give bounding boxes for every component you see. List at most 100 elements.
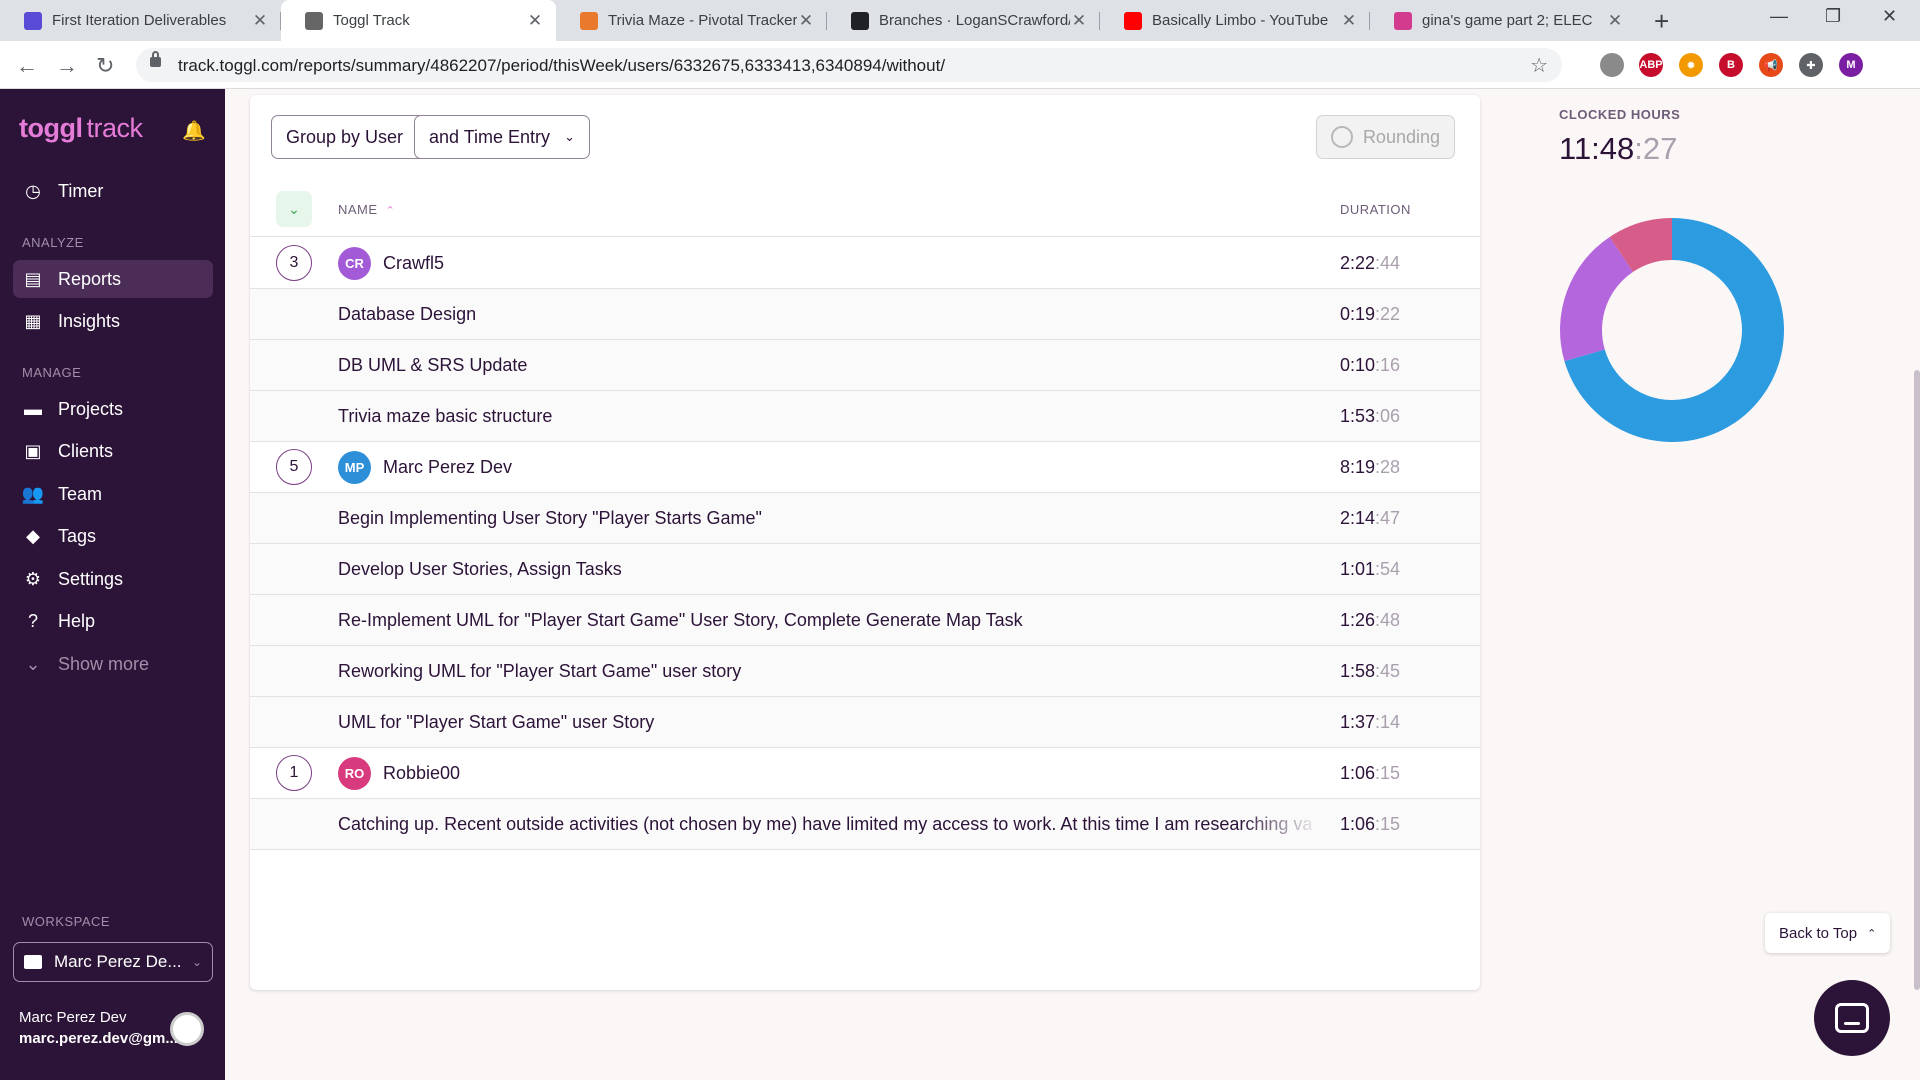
bookmark-star-icon[interactable]: ☆ [1530, 53, 1548, 78]
sidebar-item-reports[interactable]: ▤ Reports [13, 260, 213, 298]
duration-cell: 1:53:06 [1340, 406, 1400, 427]
chevron-down-icon: ⌄ [288, 200, 300, 217]
sidebar-item-show-more[interactable]: ⌄ Show more [13, 645, 213, 683]
browser-tab[interactable]: gina's game part 2; ELEC ✕ [1370, 0, 1636, 41]
entry-description-cell: Trivia maze basic structure [338, 405, 553, 426]
user-group-row[interactable]: 1 RO Robbie00 1:06:15 [250, 748, 1480, 799]
time-entry-row[interactable]: Trivia maze basic structure 1:53:06 [250, 391, 1480, 442]
text-fade-overlay [1240, 799, 1320, 849]
cube-icon[interactable] [1600, 53, 1624, 77]
browser-tab[interactable]: Basically Limbo - YouTube ✕ [1100, 0, 1370, 41]
browser-tab-title: Trivia Maze - Pivotal Tracker [608, 12, 797, 29]
browser-tab-title: Branches · LoganSCrawford/ [879, 12, 1070, 29]
user-group-row[interactable]: 5 MP Marc Perez Dev 8:19:28 [250, 442, 1480, 493]
time-entry-row[interactable]: DB UML & SRS Update 0:10:16 [250, 340, 1480, 391]
new-tab-button[interactable]: + [1654, 6, 1669, 37]
time-entry-row[interactable]: UML for "Player Start Game" user Story 1:… [250, 697, 1480, 748]
chevron-down-icon: ⌄ [25, 653, 41, 674]
column-name-header[interactable]: NAME ⌃ [338, 202, 395, 217]
sidebar-item-tags[interactable]: ◆ Tags [13, 517, 213, 555]
back-to-top-button[interactable]: Back to Top ⌃ [1765, 913, 1891, 953]
expand-all-button[interactable]: ⌄ [276, 191, 312, 227]
duration-seconds: :54 [1375, 558, 1401, 579]
page-scrollbar[interactable] [1914, 370, 1920, 990]
workspace-name: Marc Perez De... [54, 952, 182, 971]
entry-description-cell: DB UML & SRS Update [338, 354, 528, 375]
user-group-row[interactable]: 3 CR Crawfl5 2:22:44 [250, 238, 1480, 289]
donut-slice[interactable] [1560, 236, 1634, 362]
close-tab-icon[interactable]: ✕ [797, 11, 815, 31]
megaphone-icon[interactable]: 📢 [1759, 53, 1783, 77]
pivotal-icon [580, 11, 598, 30]
close-tab-icon[interactable]: ✕ [1070, 11, 1088, 31]
entry-count-toggle[interactable]: 3 [276, 245, 312, 281]
adblock-icon[interactable]: ABP [1639, 53, 1663, 77]
shield-b-icon[interactable]: B [1719, 53, 1743, 77]
time-entry-row[interactable]: Re-Implement UML for "Player Start Game"… [250, 595, 1480, 646]
puzzle-icon[interactable]: ✚ [1799, 53, 1823, 77]
minimize-icon[interactable]: — [1770, 6, 1788, 27]
bell-icon[interactable]: 🔔 [182, 119, 206, 143]
sidebar-item-insights[interactable]: ▦ Insights [13, 302, 213, 340]
sidebar-item-team[interactable]: 👥 Team [13, 475, 213, 513]
sidebar-item-projects[interactable]: ▬ Projects [13, 390, 213, 428]
contact-card-icon: ▣ [24, 440, 42, 461]
duration-cell: 1:58:45 [1340, 661, 1400, 682]
entry-description-cell: Catching up. Recent outside activities (… [338, 813, 1313, 834]
time-entry-row[interactable]: Develop User Stories, Assign Tasks 1:01:5… [250, 544, 1480, 595]
text-fade-overlay [1240, 340, 1320, 390]
forward-arrow-icon[interactable]: → [56, 53, 78, 79]
sidebar-item-timer[interactable]: ◷ Timer [13, 172, 213, 210]
close-tab-icon[interactable]: ✕ [526, 11, 544, 31]
duration-seconds: :15 [1375, 762, 1401, 783]
browser-tab-title: Toggl Track [333, 12, 410, 29]
column-duration-header[interactable]: DURATION [1340, 202, 1411, 217]
maximize-icon[interactable]: ❐ [1825, 6, 1841, 27]
sun-icon[interactable]: ✹ [1679, 53, 1703, 77]
close-tab-icon[interactable]: ✕ [1340, 11, 1358, 31]
sidebar-item-clients[interactable]: ▣ Clients [13, 432, 213, 470]
chat-launcher-button[interactable] [1814, 980, 1890, 1056]
time-entry-row[interactable]: Catching up. Recent outside activities (… [250, 799, 1480, 850]
entry-count-toggle[interactable]: 1 [276, 755, 312, 791]
time-entry-row[interactable]: Database Design 0:19:22 [250, 289, 1480, 340]
sidebar-item-label: Timer [58, 180, 104, 201]
logo-text: toggl [19, 113, 83, 143]
url-input[interactable]: track.toggl.com/reports/summary/4862207/… [136, 48, 1562, 82]
close-tab-icon[interactable]: ✕ [1606, 11, 1624, 31]
sidebar-item-label: Help [58, 610, 96, 631]
github-icon [851, 11, 869, 30]
reload-icon[interactable]: ↻ [96, 53, 114, 79]
duration-main: 2:22 [1340, 252, 1376, 273]
workspace-select[interactable]: Marc Perez De... ⌄ [13, 942, 213, 982]
time-entry-row[interactable]: Begin Implementing User Story "Player St… [250, 493, 1480, 544]
browser-tab-bar: First Iteration Deliverables ✕ Toggl Track… [0, 0, 1920, 41]
close-tab-icon[interactable]: ✕ [251, 11, 269, 31]
browser-tab[interactable]: Toggl Track ✕ [281, 0, 556, 41]
sidebar-item-label: Reports [58, 268, 122, 289]
duration-main: 1:06 [1340, 762, 1376, 783]
time-entry-row[interactable]: Reworking UML for "Player Start Game" us… [250, 646, 1480, 697]
entry-count-toggle[interactable]: 5 [276, 449, 312, 485]
toggl-track-logo[interactable]: toggl track [19, 113, 143, 144]
entry-description-cell: Re-Implement UML for "Player Start Game"… [338, 609, 1023, 630]
sort-ascending-icon: ⌃ [385, 205, 396, 217]
sub-group-label: and Time Entry [429, 126, 551, 147]
browser-tab-title: Basically Limbo - YouTube [1152, 12, 1329, 29]
text-fade-overlay [1240, 646, 1320, 696]
avatar[interactable] [170, 1012, 204, 1046]
text-fade-overlay [1240, 289, 1320, 339]
address-bar: ← → ↻ track.toggl.com/reports/summary/48… [0, 41, 1920, 89]
sub-group-dropdown[interactable]: and Time Entry ⌄ [414, 115, 590, 159]
rounding-button[interactable]: Rounding [1315, 115, 1455, 159]
sidebar-item-help[interactable]: ? Help [13, 602, 213, 640]
duration-cell: 2:14:47 [1340, 508, 1400, 529]
profile-icon[interactable]: M [1839, 53, 1863, 77]
close-window-icon[interactable]: ✕ [1882, 6, 1897, 27]
browser-tab[interactable]: Branches · LoganSCrawford/✕ [827, 0, 1100, 41]
sidebar-item-settings[interactable]: ⚙ Settings [13, 560, 213, 598]
back-arrow-icon[interactable]: ← [16, 53, 38, 79]
browser-tab[interactable]: First Iteration Deliverables ✕ [0, 0, 281, 41]
briefcase-icon [24, 955, 42, 969]
browser-tab[interactable]: Trivia Maze - Pivotal Tracker ✕ [556, 0, 827, 41]
